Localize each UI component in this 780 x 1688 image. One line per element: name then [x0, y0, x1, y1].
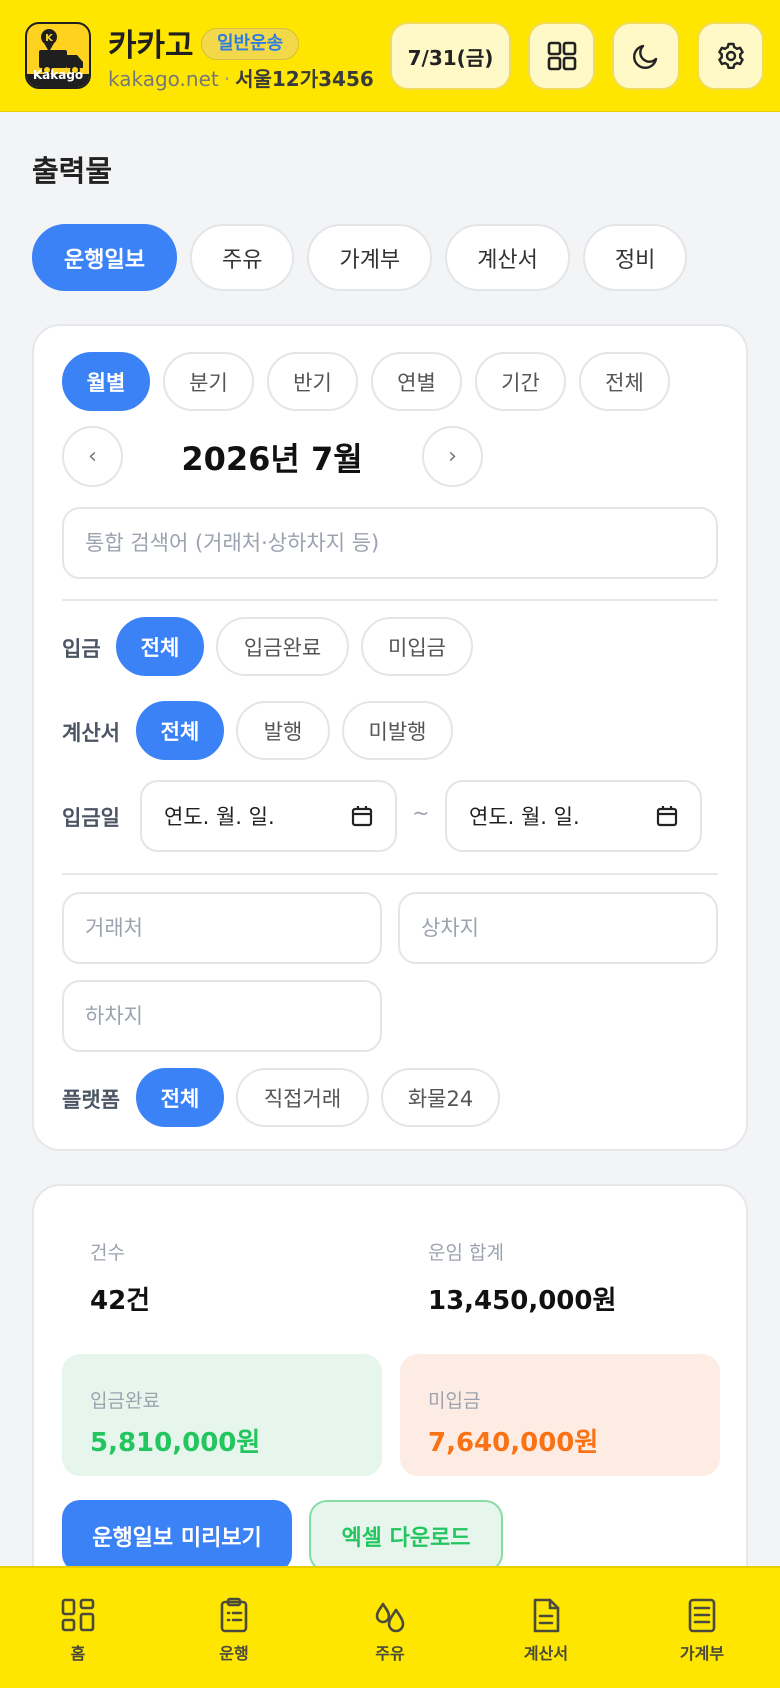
fuel-drop-icon — [375, 1602, 405, 1633]
invoice-filter: 전체 발행 미발행 — [136, 701, 453, 760]
tab-fuel[interactable]: 주유 — [189, 224, 295, 291]
transport-type-badge: 일반운송 — [201, 28, 300, 60]
tab-driving-log[interactable]: 운행일보 — [32, 224, 177, 291]
preview-driving-log-button[interactable]: 운행일보 미리보기 — [62, 1500, 292, 1572]
nav-home-label: 홈 — [70, 1644, 86, 1663]
total-fare-value: 13,450,000원 — [428, 1286, 617, 1316]
payment-completed[interactable]: 입금완료 — [216, 617, 349, 676]
unloading-location-input[interactable] — [62, 980, 382, 1052]
period-half-year[interactable]: 반기 — [267, 352, 358, 411]
count-value: 42건 — [90, 1286, 151, 1316]
nav-fuel-label: 주유 — [375, 1644, 405, 1663]
period-monthly[interactable]: 월별 — [62, 352, 150, 411]
app-name: 카카고 — [108, 28, 194, 64]
platform-filter: 전체 직접거래 화물24 — [136, 1068, 500, 1127]
invoice-not-issued[interactable]: 미발행 — [342, 701, 453, 760]
ledger-icon — [688, 1598, 716, 1633]
tab-invoice[interactable]: 계산서 — [445, 224, 570, 291]
loading-location-input[interactable] — [398, 892, 718, 964]
settings-button[interactable] — [697, 22, 764, 90]
gear-icon — [717, 42, 744, 69]
date-range-separator: ~ — [412, 801, 430, 825]
vehicle-plate: 서울12가3456 — [235, 67, 374, 91]
total-fare-label: 운임 합계 — [428, 1242, 504, 1264]
paid-value: 5,810,000원 — [90, 1428, 261, 1458]
payment-filter-label: 입금 — [62, 637, 101, 661]
output-tabs: 운행일보 주유 가계부 계산서 정비 — [32, 224, 688, 291]
home-grid-icon — [61, 1598, 95, 1632]
tab-ledger[interactable]: 가계부 — [307, 224, 433, 291]
payment-filter: 전체 입금완료 미입금 — [116, 617, 473, 676]
calendar-icon — [351, 806, 373, 827]
chevron-right-icon: › — [448, 444, 457, 469]
chevron-left-icon: ‹ — [88, 444, 97, 469]
current-period-label: 2026년 7월 — [181, 440, 363, 478]
nav-invoice-label: 계산서 — [523, 1644, 569, 1663]
document-icon — [533, 1598, 560, 1633]
prev-period-button[interactable]: ‹ — [62, 426, 123, 487]
date-from-placeholder: 연도. 월. 일. — [164, 805, 275, 829]
unpaid-value: 7,640,000원 — [428, 1428, 599, 1458]
nav-ledger[interactable]: 가계부 — [624, 1568, 780, 1688]
invoice-filter-label: 계산서 — [62, 721, 120, 745]
next-period-button[interactable]: › — [422, 426, 483, 487]
date-button[interactable]: 7/31(금) — [390, 22, 511, 90]
period-all[interactable]: 전체 — [579, 352, 670, 411]
excel-download-button[interactable]: 엑셀 다운로드 — [309, 1500, 503, 1572]
bottom-nav: 홈 운행 주유 계산서 가계부 — [0, 1566, 780, 1688]
nav-ledger-label: 가계부 — [679, 1644, 725, 1663]
date-to-placeholder: 연도. 월. 일. — [469, 805, 580, 829]
app-logo[interactable]: K Kakago — [25, 22, 91, 89]
invoice-issued[interactable]: 발행 — [236, 701, 330, 760]
nav-home[interactable]: 홈 — [0, 1568, 156, 1688]
period-quarterly[interactable]: 분기 — [163, 352, 254, 411]
apps-button[interactable] — [528, 22, 595, 90]
platform-filter-label: 플랫폼 — [62, 1088, 120, 1112]
period-selector: 월별 분기 반기 연별 기간 전체 — [62, 352, 670, 411]
period-range[interactable]: 기간 — [475, 352, 566, 411]
nav-fuel[interactable]: 주유 — [312, 1568, 468, 1688]
grid-icon — [547, 41, 576, 71]
payment-all[interactable]: 전체 — [116, 617, 204, 676]
unpaid-summary: 미입금 7,640,000원 — [400, 1354, 720, 1476]
site-domain: kakago.net — [108, 67, 219, 91]
divider — [62, 873, 718, 875]
page-title: 출력물 — [32, 154, 113, 188]
app-header: K Kakago 카카고 일반운송 kakago.net · 서울12가3456 7… — [0, 0, 780, 112]
platform-all[interactable]: 전체 — [136, 1068, 224, 1127]
nav-invoice[interactable]: 계산서 — [468, 1568, 624, 1688]
platform-direct[interactable]: 직접거래 — [236, 1068, 369, 1127]
invoice-all[interactable]: 전체 — [136, 701, 224, 760]
paid-label: 입금완료 — [90, 1390, 160, 1412]
dark-mode-button[interactable] — [612, 22, 680, 90]
svg-text:K: K — [45, 33, 54, 44]
nav-driving[interactable]: 운행 — [156, 1568, 312, 1688]
count-label: 건수 — [90, 1242, 125, 1264]
payment-date-from[interactable]: 연도. 월. 일. — [140, 780, 397, 852]
client-input[interactable] — [62, 892, 382, 964]
unpaid-label: 미입금 — [428, 1390, 481, 1412]
paid-summary: 입금완료 5,810,000원 — [62, 1354, 382, 1476]
separator-dot: · — [223, 67, 231, 91]
search-input[interactable] — [62, 507, 718, 579]
nav-driving-label: 운행 — [219, 1644, 249, 1663]
payment-date-to[interactable]: 연도. 월. 일. — [445, 780, 702, 852]
payment-date-label: 입금일 — [62, 806, 120, 830]
site-and-plate: kakago.net · 서울12가3456 — [108, 63, 374, 92]
payment-unpaid[interactable]: 미입금 — [361, 617, 473, 676]
period-yearly[interactable]: 연별 — [371, 352, 462, 411]
logo-text: Kakago — [32, 68, 84, 82]
clipboard-icon — [220, 1597, 248, 1633]
moon-icon — [633, 44, 658, 69]
divider — [62, 599, 718, 601]
calendar-icon — [656, 806, 678, 827]
tab-maintenance[interactable]: 정비 — [582, 224, 688, 291]
platform-hwamul24[interactable]: 화물24 — [381, 1068, 500, 1127]
filter-card: 월별 분기 반기 연별 기간 전체 ‹ 2026년 7월 › 입금 전체 입금완… — [32, 324, 748, 1151]
